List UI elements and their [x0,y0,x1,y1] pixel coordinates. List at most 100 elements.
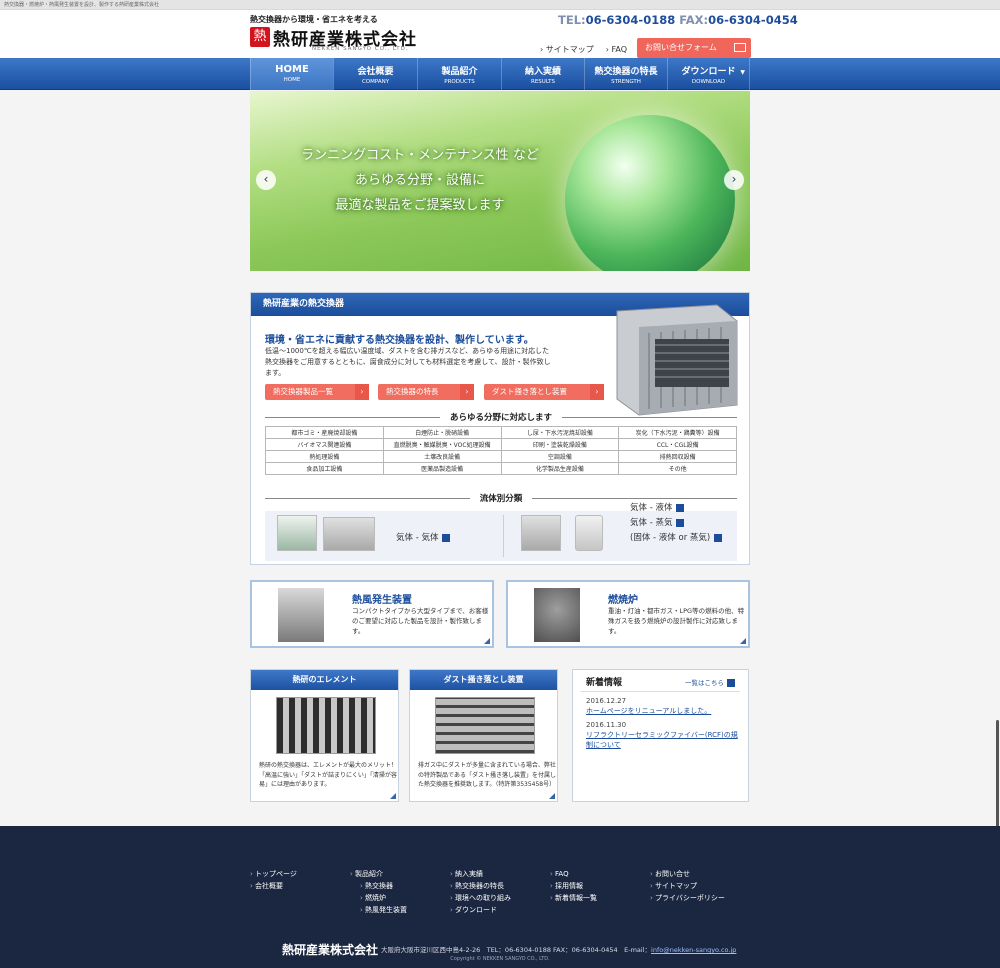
nav-strength[interactable]: 熱交換器の特長 STRENGTH [584,58,667,90]
footer-copyright: Copyright © NEKKEN SANGYO CO., LTD. [450,956,550,962]
chevron-right-icon [676,503,685,512]
field-cell[interactable]: 白煙防止・脱硝設備 [382,426,502,439]
nav-products-sub: PRODUCTS [444,79,475,85]
footer-link[interactable]: 熱交換器の特長 [450,880,511,892]
gas-steam-link[interactable]: 気体 - 蒸気 [630,516,685,528]
hero-copy: ランニングコスト・メンテナンス性 など あらゆる分野・設備に 最適な製品をご提案… [250,143,590,218]
fluid-classification: 気体 - 気体 気体 - 液体 気体 - 蒸気 (固体 - 液体 or 蒸気) [265,503,737,561]
features-button[interactable]: 熱交換器の特長 › [378,384,474,400]
mail-icon [734,43,746,52]
hot-air-generator-image [278,588,324,642]
footer-col-1: トップページ 会社概要 [250,868,297,892]
field-cell[interactable]: 医薬品製造設備 [382,462,502,475]
globe-image [565,115,735,271]
footer-link[interactable]: プライバシーポリシー [650,892,725,904]
footer-link[interactable]: 燃焼炉 [350,892,407,904]
contact-form-button[interactable]: お問い合せフォーム [637,38,751,58]
faq-link[interactable]: › FAQ [606,45,627,54]
fields-heading: あらゆる分野に対応します [265,411,737,423]
news-date: 2016.12.27 [586,697,627,705]
footer-link[interactable]: 熱交換器 [350,880,407,892]
footer-link[interactable]: 製品紹介 [350,868,407,880]
element-text: 熱研の熱交換器は、エレメントが最大のメリット！「高温に強い」「ダストが詰まりにく… [259,762,398,788]
gas-liquid-exchanger-image [521,515,561,551]
global-nav: HOME HOME 会社概要 COMPANY 製品紹介 PRODUCTS 納入実績 RE… [0,58,1000,90]
footer-link[interactable]: FAQ [550,868,597,880]
dust-device-label: ダスト掻き落とし装置 [492,387,567,396]
footer-link[interactable]: 熱風発生装置 [350,904,407,916]
slider-prev-icon[interactable]: ‹ [256,170,276,190]
footer-link[interactable]: お問い合せ [650,868,725,880]
dust-device-button[interactable]: ダスト掻き落とし装置 › [484,384,604,400]
footer-link[interactable]: ダウンロード [450,904,511,916]
fax-label: FAX: [679,13,709,27]
footer-link[interactable]: 環境への取り組み [450,892,511,904]
nav-home[interactable]: HOME HOME [250,58,333,90]
chevron-right-icon [727,679,735,687]
fax-number: 06-6304-0454 [708,13,798,27]
footer-link[interactable]: 新着情報一覧 [550,892,597,904]
field-cell[interactable]: CCL・CGL設備 [618,438,737,451]
contact-form-label: お問い合せフォーム [645,43,717,52]
news-more-link[interactable]: 一覧はこちら [685,677,735,687]
hot-air-generator-title: 熱風発生装置 [352,595,412,606]
nav-results-label: 納入実績 [524,67,561,77]
gas-liquid-link[interactable]: 気体 - 液体 [630,501,685,513]
nav-company[interactable]: 会社概要 COMPANY [333,58,417,90]
field-cell[interactable]: 化学製品生産設備 [500,462,620,475]
footer-link[interactable]: 会社概要 [250,880,297,892]
gas-gas-exchanger-image [323,517,375,551]
field-cell[interactable]: 食品加工設備 [265,462,384,475]
nav-company-sub: COMPANY [361,79,390,85]
field-cell[interactable]: 直燃脱臭・触媒脱臭・VOC処理設備 [382,438,502,451]
footer-email-link[interactable]: info@nekken-sangyo.co.jp [651,946,736,954]
heat-exchanger-lead: 環境・省エネに貢献する熱交換器を設計、製作しています。 [265,335,534,346]
footer-link[interactable]: トップページ [250,868,297,880]
fluid-divider [503,515,504,557]
gas-steam-label: 気体 - 蒸気 [630,518,673,528]
footer-link[interactable]: サイトマップ [650,880,725,892]
heat-exchanger-section: 熱研産業の熱交換器 環境・省エネに貢献する熱交換器を設計、製作しています。 低温… [250,292,750,565]
site-logo[interactable]: 熱交換器から環境・省エネを考える 熱 熱研産業株式会社 NEKKEN SANGY… [250,14,420,56]
fluid-heading-text: 流体別分類 [469,494,533,504]
furnace-card[interactable]: 燃焼炉 重油・灯油・都市ガス・LPG等の燃料の他、特殊ガスを扱う燃焼炉の設計製作… [506,580,750,648]
hero-line-1: ランニングコスト・メンテナンス性 など [301,148,539,163]
field-cell[interactable]: 土壌改良設備 [382,450,502,463]
news-title: 新着情報 [586,678,623,688]
nav-download-label: ダウンロード [681,67,736,77]
field-cell[interactable]: 都市ゴミ・産廃焼却設備 [265,426,384,439]
nav-results[interactable]: 納入実績 RESULTS [501,58,584,90]
footer-link[interactable]: 採用情報 [550,880,597,892]
field-cell[interactable]: 炭化（下水汚泥・鶏糞等）設備 [618,426,737,439]
cooling-tower-image [277,515,317,551]
slider-next-icon[interactable]: › [724,170,744,190]
corner-arrow-icon [484,638,490,644]
hot-air-generator-text: コンパクトタイプから大型タイプまで、お客様のご要望に対応した製品を設計・製作致し… [352,607,489,635]
news-link[interactable]: ホームページをリニューアルしました。 [586,706,741,716]
furnace-image [534,588,580,642]
field-cell[interactable]: その他 [618,462,737,475]
field-cell[interactable]: 空調設備 [500,450,620,463]
field-cell[interactable]: 印刷・塗装乾燥設備 [500,438,620,451]
solid-liquid-link[interactable]: (固体 - 液体 or 蒸気) [630,531,723,543]
element-card[interactable]: 熱研のエレメント 熱研の熱交換器は、エレメントが最大のメリット！「高温に強い」「… [250,669,399,802]
nav-products[interactable]: 製品紹介 PRODUCTS [417,58,501,90]
field-cell[interactable]: し尿・下水汚泥焼却設備 [500,426,620,439]
field-cell[interactable]: 排熱回収設備 [618,450,737,463]
heat-exchanger-description: 低温〜1000℃を超える幅広い温度域、ダストを含む排ガスなど、あらゆる用途に対応… [265,347,551,377]
sitemap-link[interactable]: › サイトマップ [540,45,594,54]
product-list-button[interactable]: 熱交換器製品一覧 › [265,384,369,400]
news-link[interactable]: リフラクトリーセラミックファイバー(RCF)の規制について [586,730,741,750]
solid-liquid-label: (固体 - 液体 or 蒸気) [630,533,711,543]
field-cell[interactable]: 熱処理設備 [265,450,384,463]
table-row: 熱処理設備 土壌改良設備 空調設備 排熱回収設備 [265,450,737,463]
field-cell[interactable]: バイオマス関連設備 [265,438,384,451]
table-row: バイオマス関連設備 直燃脱臭・触媒脱臭・VOC処理設備 印刷・塗装乾燥設備 CCL・C… [265,438,737,451]
gas-gas-link[interactable]: 気体 - 気体 [396,531,451,543]
table-row: 都市ゴミ・産廃焼却設備 白煙防止・脱硝設備 し尿・下水汚泥焼却設備 炭化（下水汚泥・鶏… [265,426,737,439]
footer-link[interactable]: 納入実績 [450,868,511,880]
nav-download[interactable]: ダウンロード DOWNLOAD ▼ [667,58,750,90]
chevron-right-icon: › [460,384,474,400]
hot-air-generator-card[interactable]: 熱風発生装置 コンパクトタイプから大型タイプまで、お客様のご要望に対応した製品を… [250,580,494,648]
dust-device-card[interactable]: ダスト掻き落とし装置 排ガス中にダストが多量に含まれている場合、弊社の特許製品で… [409,669,558,802]
